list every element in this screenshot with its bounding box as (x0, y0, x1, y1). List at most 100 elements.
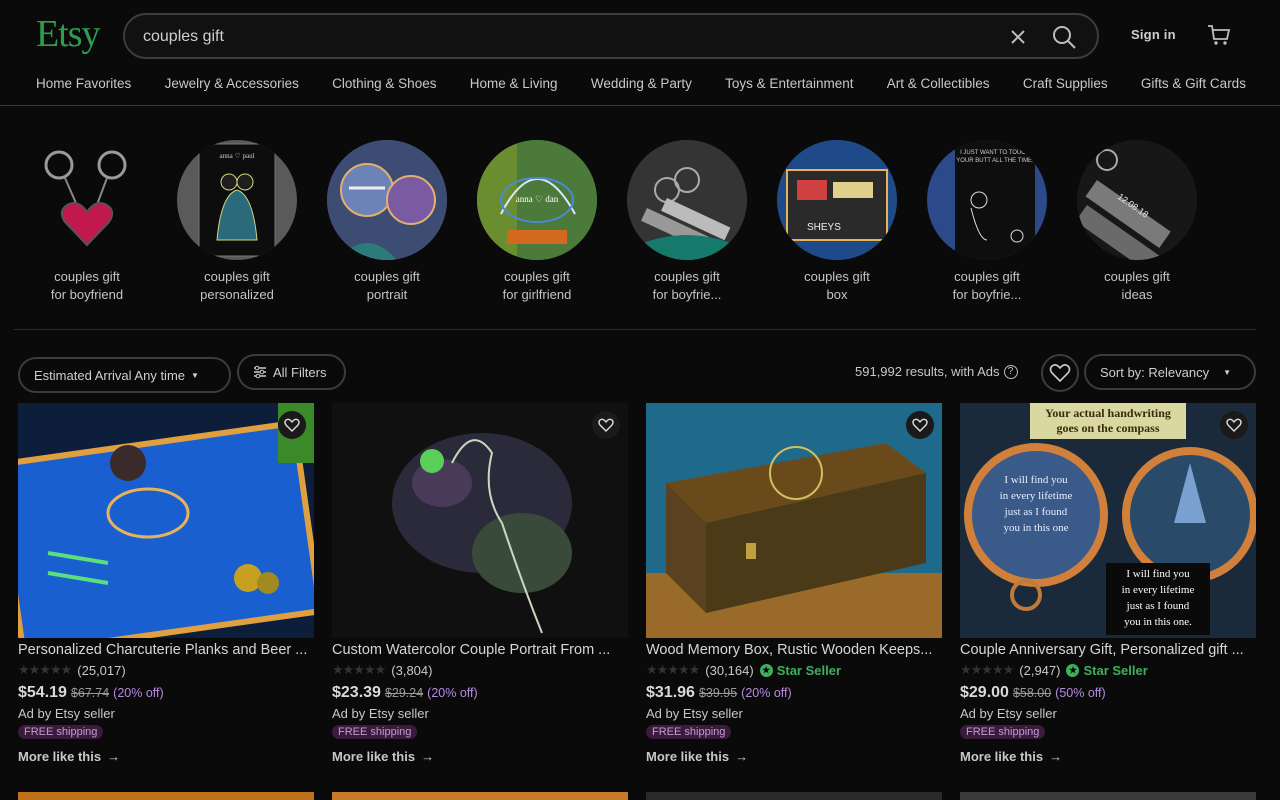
svg-text:you in this one: you in this one (1003, 522, 1068, 534)
compass-caption-line2: goes on the compass (1056, 421, 1159, 435)
nav-art-collectibles[interactable]: Art & Collectibles (887, 76, 990, 91)
related-search-item[interactable]: SHEYS couples gift box (777, 140, 897, 304)
rating-stars: ★★★★★ (332, 662, 386, 677)
favorite-button[interactable] (278, 411, 306, 439)
svg-text:just as I found: just as I found (1126, 600, 1190, 612)
heart-icon (1226, 418, 1242, 432)
star-seller-label: Star Seller (1083, 662, 1148, 678)
nav-gifts-gift-cards[interactable]: Gifts & Gift Cards (1141, 76, 1246, 91)
favorite-button[interactable] (592, 411, 620, 439)
sort-dropdown[interactable]: Sort by: Relevancy ▼ (1084, 354, 1256, 390)
listing-title[interactable]: Custom Watercolor Couple Portrait From .… (332, 642, 628, 658)
related-search-label: couples gift ideas (1104, 269, 1170, 302)
sign-in-link[interactable]: Sign in (1131, 27, 1176, 42)
listing-rating: ★★★★★ (25,017) (18, 661, 314, 679)
listing-photo-watercolor[interactable] (332, 403, 628, 638)
related-search-label: couples gift box (804, 269, 870, 302)
filter-sliders-icon (254, 365, 266, 379)
listing-title[interactable]: Couple Anniversary Gift, Personalized gi… (960, 642, 1256, 658)
search-input[interactable] (143, 24, 983, 50)
listing-photo-compass[interactable]: Your actual handwriting goes on the compa… (960, 403, 1256, 638)
svg-text:just as I found: just as I found (1004, 506, 1068, 518)
related-search-item[interactable]: anna ♡ paul couples gift personalized (177, 140, 297, 304)
more-like-this-label: More like this (18, 749, 102, 764)
category-nav: Home Favorites Jewelry & Accessories Clo… (36, 76, 1246, 91)
related-search-item[interactable]: couples gift portrait (327, 140, 447, 304)
nav-jewelry-accessories[interactable]: Jewelry & Accessories (165, 76, 299, 91)
heart-icon (912, 418, 928, 432)
search-icon[interactable] (1050, 23, 1078, 51)
all-filters-button[interactable]: All Filters (237, 354, 346, 390)
free-shipping-badge: FREE shipping (646, 725, 732, 739)
original-price: $67.74 (70, 686, 110, 700)
svg-text:YOUR BUTT ALL THE TIME.: YOUR BUTT ALL THE TIME. (956, 158, 1034, 164)
favorite-button[interactable] (1220, 411, 1248, 439)
more-like-this-link[interactable]: More like this → (646, 749, 942, 764)
more-like-this-link[interactable]: More like this → (960, 749, 1256, 764)
chevron-down-icon: ▼ (1223, 367, 1232, 377)
listing-card[interactable]: Personalized Charcuterie Planks and Beer… (18, 403, 314, 764)
favorite-button[interactable] (906, 411, 934, 439)
star-seller-label: Star Seller (776, 662, 842, 678)
personalized-print-image: anna ♡ paul (177, 140, 297, 260)
related-search-label: couples gift for boyfriend (50, 269, 124, 302)
original-price: $29.24 (384, 686, 424, 700)
listing-card[interactable]: Your actual handwriting goes on the compa… (960, 403, 1256, 764)
heart-icon (598, 418, 614, 432)
keychain-heart-image (27, 140, 147, 260)
svg-text:I will find you: I will find you (1004, 474, 1068, 486)
review-count: (25,017) (77, 662, 126, 678)
related-search-item[interactable]: anna ♡ dan couples gift for girlfriend (477, 140, 597, 304)
sort-label: Sort by: Relevancy (1100, 364, 1210, 380)
listing-price-row: $54.19 $67.74 (20% off) (18, 684, 314, 702)
svg-text:in every lifetime: in every lifetime (1000, 490, 1073, 502)
save-search-button[interactable] (1041, 354, 1079, 392)
site-header: Etsy Sign in Home Favorites Jewelry & Ac… (0, 0, 1280, 106)
listing-photo-memory-box[interactable] (646, 403, 942, 638)
nav-toys-entertainment[interactable]: Toys & Entertainment (725, 76, 853, 91)
svg-text:you in this one.: you in this one. (1124, 616, 1192, 628)
nav-wedding-party[interactable]: Wedding & Party (591, 76, 692, 91)
compass-caption-line1: Your actual handwriting (1045, 406, 1171, 420)
related-search-item[interactable]: couples gift for boyfrie... (627, 140, 747, 304)
arrow-right-icon: → (421, 749, 435, 764)
listing-title[interactable]: Personalized Charcuterie Planks and Beer… (18, 642, 314, 658)
discount: (50% off) (1055, 686, 1106, 700)
clear-search-icon[interactable] (1005, 24, 1031, 50)
listing-rating: ★★★★★ (3,804) (332, 661, 628, 679)
listing-photo-charcuterie[interactable] (18, 403, 314, 638)
ad-label: Ad by Etsy seller (646, 706, 743, 721)
etsy-logo[interactable]: Etsy (36, 12, 101, 56)
arrow-right-icon: → (1049, 749, 1063, 764)
listing-photo-next-row[interactable] (332, 792, 628, 800)
listing-price-row: $29.00 $58.00 (50% off) (960, 684, 1256, 702)
listing-photo-next-row[interactable] (960, 792, 1256, 800)
related-search-item[interactable]: couples gift for boyfriend (27, 140, 147, 304)
listing-card[interactable]: Custom Watercolor Couple Portrait From .… (332, 403, 628, 764)
estimated-arrival-dropdown[interactable]: Estimated Arrival Any time ▼ (18, 357, 231, 393)
more-like-this-link[interactable]: More like this → (18, 749, 314, 764)
listing-price-row: $23.39 $29.24 (20% off) (332, 684, 628, 702)
listing-photo-next-row[interactable] (646, 792, 942, 800)
nav-home-living[interactable]: Home & Living (470, 76, 558, 91)
svg-text:SHEYS: SHEYS (807, 222, 841, 233)
ad-label: Ad by Etsy seller (960, 706, 1057, 721)
related-search-item[interactable]: I JUST WANT TO TOUCH YOUR BUTT ALL THE TI… (927, 140, 1047, 304)
listing-card[interactable]: Wood Memory Box, Rustic Wooden Keeps... … (646, 403, 942, 764)
more-like-this-link[interactable]: More like this → (332, 749, 628, 764)
cart-icon[interactable] (1206, 22, 1232, 48)
more-like-this-label: More like this (332, 749, 416, 764)
related-search-item[interactable]: 12.08.18 couples gift ideas (1077, 140, 1197, 304)
nav-home-favorites[interactable]: Home Favorites (36, 76, 131, 91)
listing-rating: ★★★★★ (30,164) ★ Star Seller (646, 661, 942, 679)
heart-icon (1049, 364, 1071, 383)
nav-clothing-shoes[interactable]: Clothing & Shoes (332, 76, 436, 91)
engraved-keychain-image: 12.08.18 (1077, 140, 1197, 260)
help-icon[interactable]: ? (1003, 364, 1018, 379)
sale-price: $29.00 (960, 684, 1009, 701)
arrow-right-icon: → (107, 749, 121, 764)
star-seller-badge: ★ Star Seller (759, 662, 842, 678)
listing-title[interactable]: Wood Memory Box, Rustic Wooden Keeps... (646, 642, 942, 658)
nav-craft-supplies[interactable]: Craft Supplies (1023, 76, 1108, 91)
listing-photo-next-row[interactable] (18, 792, 314, 800)
